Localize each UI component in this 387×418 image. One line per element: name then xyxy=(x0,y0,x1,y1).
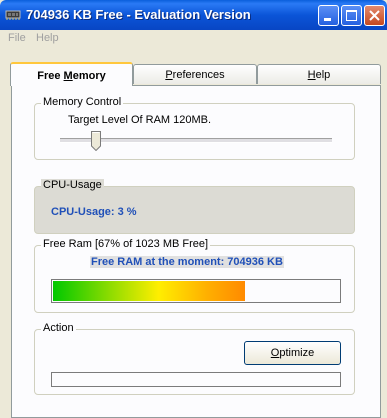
free-ram-legend: Free Ram [67% of 1023 MB Free] xyxy=(41,238,211,250)
memory-chip-icon xyxy=(5,8,21,21)
tab-preferences[interactable]: Preferences xyxy=(133,64,257,84)
tab-preferences-label: Preferences xyxy=(165,69,225,81)
cpu-usage-group: CPU-Usage CPU-Usage: 3 % xyxy=(34,179,355,234)
close-button[interactable] xyxy=(364,5,385,26)
action-group: Action Optimize xyxy=(34,322,355,395)
menu-bar: File Help xyxy=(0,30,387,48)
menu-file[interactable]: File xyxy=(8,32,26,44)
tab-help[interactable]: Help xyxy=(257,64,381,84)
minimize-button[interactable] xyxy=(318,5,339,26)
action-legend: Action xyxy=(41,322,76,334)
tab-help-label: Help xyxy=(307,69,331,81)
maximize-button[interactable] xyxy=(341,5,362,26)
action-progress-bar xyxy=(51,372,341,387)
free-ram-value: Free RAM at the moment: 704936 KB xyxy=(90,256,284,268)
window-title: 704936 KB Free - Evaluation Version xyxy=(26,7,251,22)
menu-help[interactable]: Help xyxy=(36,32,59,44)
optimize-button[interactable]: Optimize xyxy=(244,341,341,365)
tab-free-memory-label: Free Memory xyxy=(37,70,106,82)
free-ram-progress-bar xyxy=(51,279,341,303)
optimize-button-label: Optimize xyxy=(270,347,315,359)
target-level-label: Target Level Of RAM 120MB. xyxy=(68,114,212,126)
free-ram-progress-fill xyxy=(53,281,245,301)
memory-control-group: Memory Control Target Level Of RAM 120MB… xyxy=(34,96,355,160)
title-bar[interactable]: 704936 KB Free - Evaluation Version xyxy=(0,0,387,30)
cpu-usage-legend: CPU-Usage xyxy=(41,179,104,191)
ram-slider-thumb[interactable] xyxy=(91,131,101,152)
maximize-icon xyxy=(346,10,357,21)
free-ram-group: Free Ram [67% of 1023 MB Free] Free RAM … xyxy=(34,238,355,313)
minimize-icon xyxy=(324,18,331,21)
memory-control-legend: Memory Control xyxy=(41,96,124,108)
cpu-usage-value: CPU-Usage: 3 % xyxy=(51,206,137,218)
tab-panel-free-memory: Memory Control Target Level Of RAM 120MB… xyxy=(11,85,381,418)
tab-free-memory[interactable]: Free Memory xyxy=(10,62,133,86)
close-icon xyxy=(369,10,380,21)
